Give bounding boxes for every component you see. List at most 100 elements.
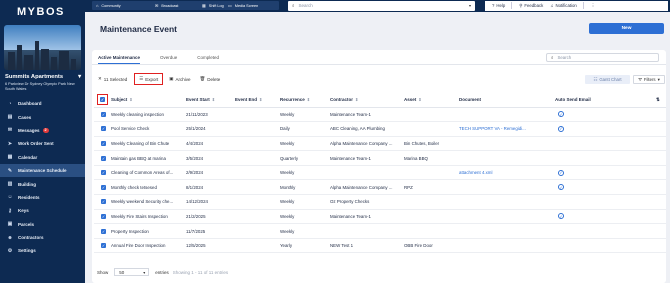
global-search-input[interactable]: ⌕ Search ▾ — [288, 1, 475, 11]
sidebar-item-label: Parcels — [18, 221, 35, 227]
sidebar-item-parcels[interactable]: ▣ Parcels — [0, 218, 85, 231]
cell-subject[interactable]: Pool Service Check — [109, 121, 184, 137]
cell-auto-send-email: ✓ — [530, 209, 654, 225]
tab-divider — [92, 64, 666, 65]
clear-selection-button[interactable]: ✕ 11 Selected — [98, 74, 127, 84]
row-checkbox[interactable]: ✓ — [101, 228, 106, 234]
sidebar-item-calendar[interactable]: ▦ Calendar — [0, 151, 85, 164]
mybos-logo[interactable]: MYBOS — [0, 0, 85, 23]
sidebar-item-keys[interactable]: ⚷ Keys — [0, 204, 85, 217]
cell-recurrence: Weekly — [278, 223, 328, 239]
key-icon: ⚷ — [8, 207, 12, 214]
media-screen-button[interactable]: ▭ Media Screen — [224, 1, 279, 10]
table-row[interactable]: ✓ Annual Fire Door Inspection 12/5/2025 Yea… — [94, 238, 666, 254]
table-row[interactable]: ✓ Weekly weekend Security che... 14/12/202… — [94, 194, 666, 210]
tab-active-maintenance[interactable]: Active Maintenance — [98, 55, 141, 64]
row-select-cell: ✓ — [94, 194, 109, 210]
column-header-contractor[interactable]: Contractor ⇕ — [328, 93, 402, 108]
sidebar-item-residents[interactable]: ☺ Residents — [0, 191, 85, 204]
cell-document[interactable]: TECH SUPPORT VA - Remegidi... — [457, 121, 530, 137]
table-row[interactable]: ✓ Weekly cleaning inspection 21/11/2023 Wee… — [94, 107, 666, 123]
cell-subject[interactable]: Weekly weekend Security che... — [109, 194, 184, 210]
sort-icon: ⇕ — [129, 97, 133, 103]
cell-start: 3/5/2024 — [184, 150, 233, 166]
cell-subject[interactable]: Weekly cleaning inspection — [109, 107, 184, 123]
archive-button[interactable]: ▣ Archive — [169, 74, 190, 84]
cell-subject[interactable]: Monthly check tetsesed — [109, 179, 184, 196]
column-settings-button[interactable]: ⇅ — [654, 93, 666, 108]
row-checkbox[interactable]: ✓ — [101, 170, 106, 176]
row-checkbox[interactable]: ✓ — [101, 213, 106, 219]
table-row[interactable]: ✓ Monthly check tetsesed 8/1/2024 Monthly Al… — [94, 179, 666, 196]
table-search-input[interactable]: ⌕ Search — [546, 53, 659, 62]
calendar-icon: ▦ — [7, 154, 13, 161]
delete-button[interactable]: 🗑 Delete — [200, 74, 221, 84]
feedback-button[interactable]: ⚲ Feedback — [519, 3, 543, 9]
broadcast-button[interactable]: ✉ Broadcast — [151, 1, 203, 10]
row-checkbox[interactable]: ✓ — [101, 111, 106, 117]
sidebar-item-label: Keys — [18, 208, 29, 214]
export-button[interactable]: ☰ Export — [134, 73, 164, 85]
gantt-icon: ☷ — [593, 76, 598, 82]
row-select-cell: ✓ — [94, 165, 109, 181]
row-checkbox[interactable]: ✓ — [101, 140, 106, 146]
sidebar-item-contractors[interactable]: ☻ Contractors — [0, 231, 85, 244]
sort-icon: ⇕ — [211, 97, 216, 103]
more-menu-button[interactable]: ⋮ — [591, 3, 595, 9]
sidebar-item-settings[interactable]: ⚙ Settings — [0, 244, 85, 257]
table-row[interactable]: ✓ Weekly Fire Stairs Inspection 21/2/2025 W… — [94, 209, 666, 225]
new-button[interactable]: New — [589, 23, 664, 34]
select-all-cell: ✓ — [94, 93, 109, 108]
help-button[interactable]: ? Help — [492, 3, 505, 8]
sidebar-item-dashboard[interactable]: ◔ Dashboard — [0, 97, 85, 110]
sidebar-item-building[interactable]: ▥ Building — [0, 177, 85, 190]
row-checkbox[interactable]: ✓ — [101, 155, 106, 161]
bulk-toolbar: ✕ 11 Selected ☰ Export ▣ Archive 🗑 Delete — [98, 73, 229, 85]
sidebar-item-maintenance-schedule[interactable]: ✎ Maintenance Schedule — [0, 163, 85, 178]
tab-overdue[interactable]: Overdue — [160, 55, 177, 64]
table-row[interactable]: ✓ Pool Service Check 25/1/2024 Daily ABC Cle… — [94, 121, 666, 137]
column-header-asset[interactable]: Asset ⇕ — [402, 93, 457, 108]
sidebar-item-cases[interactable]: ▤ Cases — [0, 110, 85, 123]
cell-subject[interactable]: Cleaning of Common Areas of... — [109, 165, 184, 181]
cell-subject[interactable]: Annual Fire Door Inspection — [109, 238, 184, 254]
column-header-subject[interactable]: Subject ⇕ — [109, 93, 184, 108]
cell-subject[interactable]: Weekly Cleaning of Bin Chute — [109, 136, 184, 152]
table-row[interactable]: ✓ Property Inspection 11/7/2025 Weekly — [94, 223, 666, 239]
cell-recurrence: Weekly — [278, 136, 328, 152]
row-checkbox[interactable]: ✓ — [101, 199, 106, 205]
table-row[interactable]: ✓ Weekly Cleaning of Bin Chute 4/4/2024 Wee… — [94, 136, 666, 152]
sidebar-item-work-order-sent[interactable]: ➤ Work Order Sent — [0, 137, 85, 150]
filters-button[interactable]: ⛛ Filters ▾ — [633, 75, 665, 84]
sidebar-item-label: Work Order Sent — [18, 141, 54, 147]
table-row[interactable]: ✓ Cleaning of Common Areas of... 2/9/2024 W… — [94, 165, 666, 181]
sidebar-item-messages[interactable]: ✉ Messages 2 — [0, 124, 85, 137]
column-header-event-start[interactable]: Event Start ⇕ — [184, 93, 233, 108]
row-checkbox[interactable]: ✓ — [101, 184, 106, 190]
cell-subject[interactable]: Weekly Fire Stairs Inspection — [109, 209, 184, 225]
site-selector[interactable]: Summits Apartments ▾ — [5, 74, 81, 80]
search-icon: ⌕ — [551, 55, 554, 60]
community-button[interactable]: ⌂ Community — [92, 1, 154, 10]
tab-completed[interactable]: Completed — [197, 55, 219, 64]
cell-end — [233, 223, 278, 239]
cell-asset — [402, 107, 457, 123]
divider — [511, 2, 513, 10]
table-row[interactable]: ✓ Maintain gas BBQ at marina 3/5/2024 Quart… — [94, 150, 666, 166]
send-icon: ➤ — [7, 140, 13, 147]
page-size-select[interactable]: 50 ▾ — [114, 268, 150, 276]
row-checkbox[interactable]: ✓ — [101, 243, 106, 249]
column-header-recurrence[interactable]: Recurrence ⇕ — [278, 93, 328, 108]
gantt-chart-button[interactable]: ☷ Gantt Chart — [585, 75, 630, 84]
cell-end — [233, 107, 278, 123]
column-header-event-end[interactable]: Event End ⇕ — [233, 93, 278, 108]
cell-subject[interactable]: Maintain gas BBQ at marina — [109, 150, 184, 166]
sort-icon: ⇕ — [259, 97, 263, 103]
contractor-icon: ☻ — [7, 234, 13, 241]
select-all-checkbox[interactable]: ✓ — [97, 94, 108, 106]
cell-subject[interactable]: Property Inspection — [109, 223, 184, 239]
notification-button[interactable]: ♫ Notification — [550, 3, 577, 8]
cell-spacer — [654, 209, 666, 225]
cell-document[interactable]: attachment 4.xml — [457, 165, 530, 181]
row-checkbox[interactable]: ✓ — [101, 126, 106, 132]
